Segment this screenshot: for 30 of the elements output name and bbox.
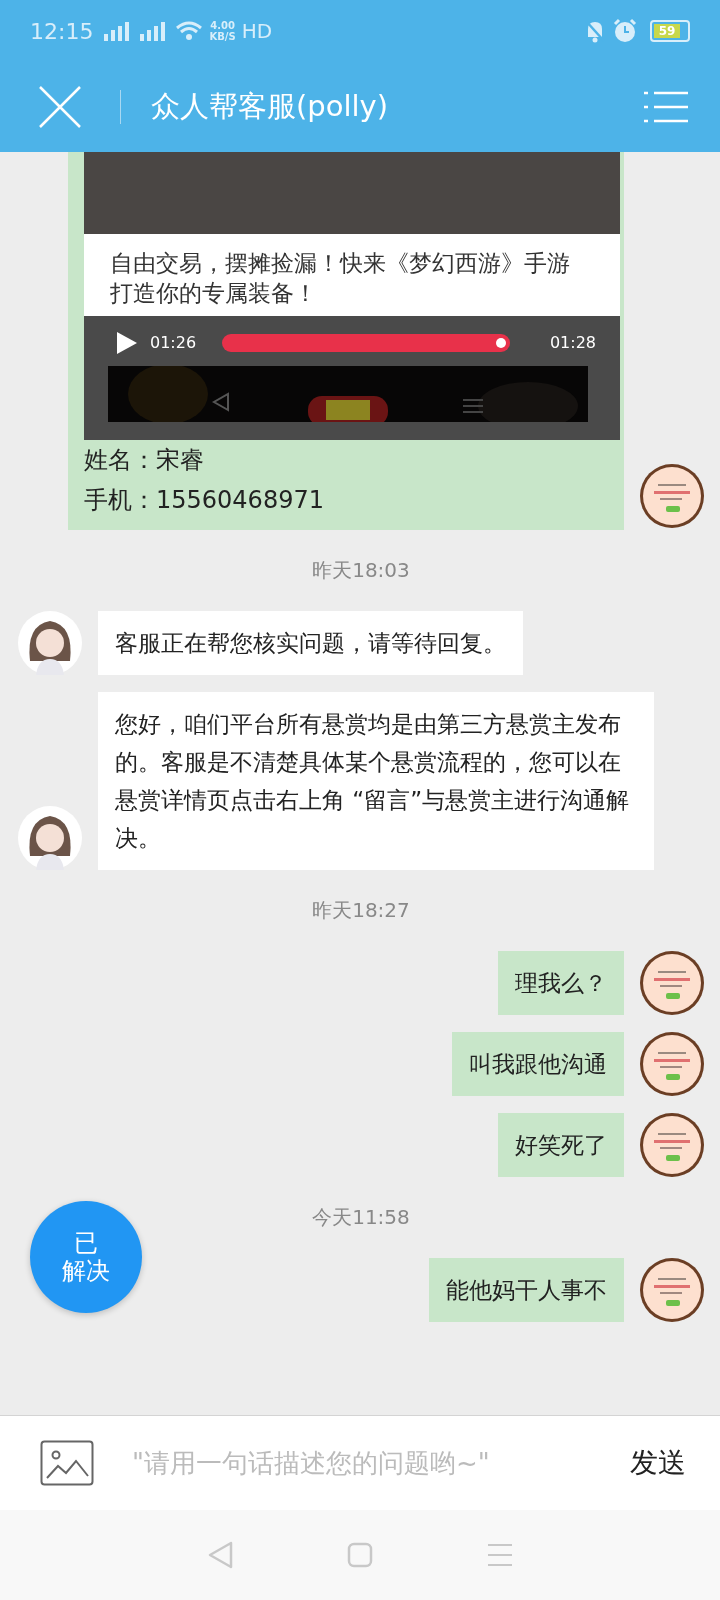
duration-time: 01:28: [549, 332, 596, 354]
agent-avatar: [18, 611, 82, 675]
timestamp: 昨天18:27: [311, 897, 411, 924]
alarm-icon: [612, 18, 638, 44]
screenshot-caption: 自由交易，摆摊捡漏！快来《梦幻西游》手游打造你的专属装备！: [84, 234, 620, 316]
agent-avatar: [18, 806, 82, 870]
image-icon[interactable]: [40, 1440, 94, 1486]
timestamp: 今天11:58: [311, 1204, 411, 1231]
message-text: 手机：15560468971: [84, 485, 325, 516]
menu-icon[interactable]: [487, 1543, 513, 1567]
network-speed: 4.00 KB/S: [209, 20, 236, 42]
elapsed-time: 01:26: [150, 332, 197, 354]
back-icon[interactable]: [207, 1541, 233, 1569]
home-icon[interactable]: [347, 1542, 373, 1568]
wifi-icon: [175, 20, 204, 42]
status-time: 12:15: [30, 18, 94, 44]
message-bubble: 您好，咱们平台所有悬赏均是由第三方悬赏主发布的。客服是不清楚具体某个悬赏流程的，您可以在悬赏详情页点击右上角 “留言”与悬赏主进行沟通解决。: [98, 692, 654, 870]
message-bubble: 理我么？: [498, 951, 624, 1015]
message-text: 姓名：宋睿: [84, 445, 205, 476]
message-bubble: 好笑死了: [498, 1113, 624, 1177]
hd-label: HD: [241, 19, 273, 43]
message-bubble: 客服正在帮您核实问题，请等待回复。: [98, 611, 523, 675]
message-bubble: 能他妈干人事不: [429, 1258, 624, 1322]
message-bubble: 叫我跟他沟通: [452, 1032, 624, 1096]
timestamp: 昨天18:03: [311, 557, 411, 584]
play-icon[interactable]: [116, 331, 138, 355]
battery-icon: 59: [650, 20, 690, 42]
close-icon[interactable]: [38, 85, 82, 129]
chat-title: 众人帮客服(polly): [151, 88, 390, 125]
send-button[interactable]: 发送: [630, 1444, 686, 1482]
